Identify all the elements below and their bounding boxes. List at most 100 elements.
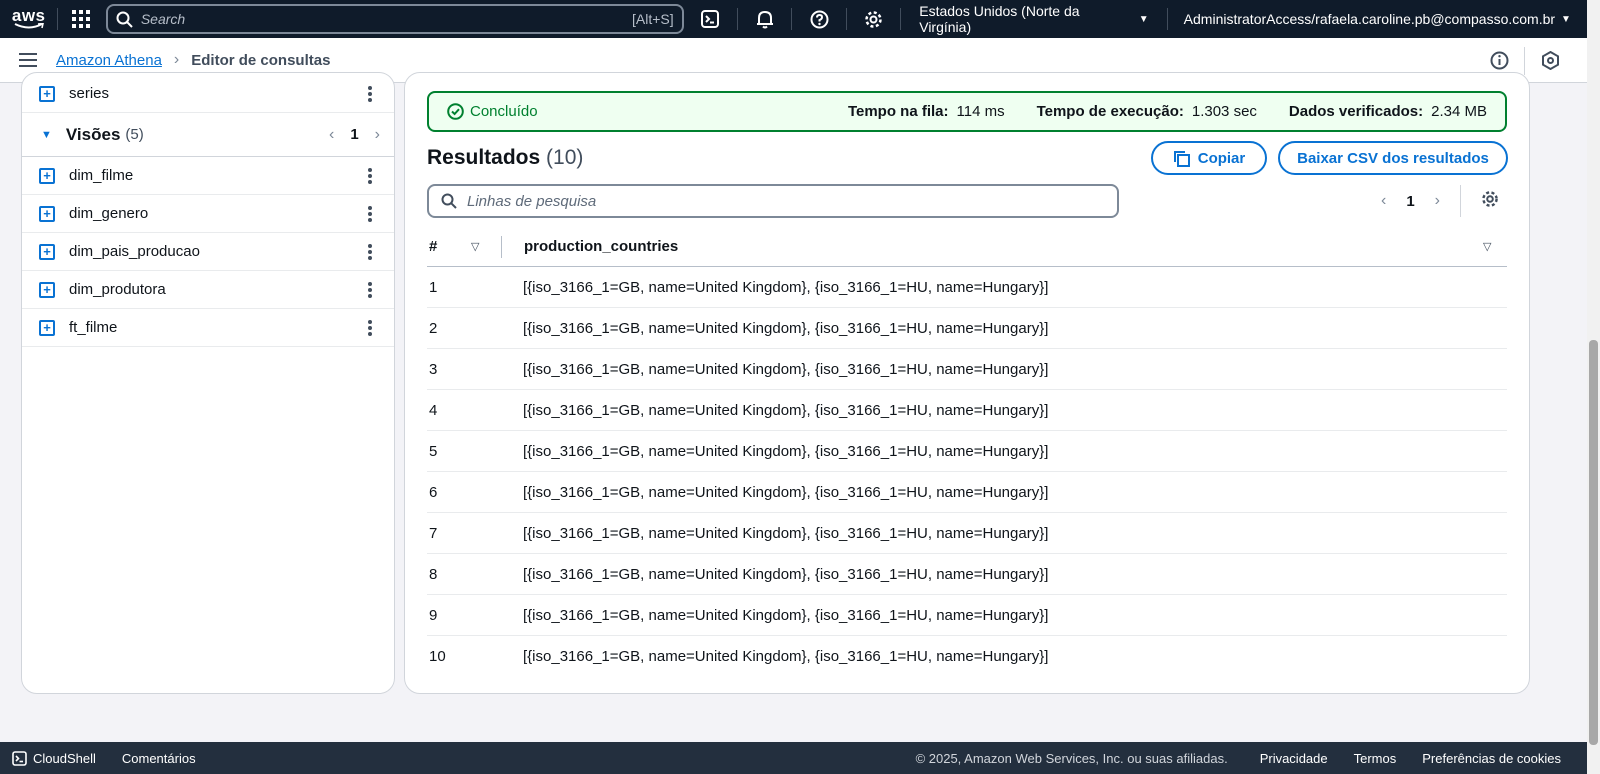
expand-icon[interactable]: + [39,85,55,102]
feedback-link[interactable]: Comentários [122,751,196,766]
views-section-title: Visões [65,124,121,144]
table-item-label: series [69,85,110,102]
help-button[interactable] [792,0,845,38]
account-menu[interactable]: AdministratorAccess/rafaela.caroline.pb@… [1168,0,1587,38]
table-item-series[interactable]: + series [22,75,394,113]
search-icon [441,193,457,209]
results-pagination: ‹ 1 › [1381,185,1499,217]
kebab-menu-button[interactable] [355,275,385,305]
hexagon-icon [1541,51,1559,70]
kebab-menu-button[interactable] [355,199,385,229]
region-label: Estados Unidos (Norte da Virgínia) [919,3,1080,35]
expand-icon[interactable]: + [39,243,55,260]
table-row: 6 [{iso_3166_1=GB, name=United Kingdom}, … [427,472,1507,513]
chevron-left-icon[interactable]: ‹ [329,126,334,144]
download-csv-button[interactable]: Baixar CSV dos resultados [1278,141,1508,175]
caret-down-icon: ▼ [1561,13,1571,25]
expand-icon[interactable]: + [39,167,55,184]
kebab-menu-button[interactable] [355,79,385,109]
view-item[interactable]: + dim_filme [22,157,394,195]
table-settings-button[interactable] [1481,190,1499,213]
more-vertical-icon [368,205,372,222]
results-filter-input[interactable]: Linhas de pesquisa [427,184,1119,218]
query-metrics: Tempo na fila: 114 ms Tempo de execução: 1… [848,103,1487,120]
table-row: 3 [{iso_3166_1=GB, name=United Kingdom}, … [427,349,1507,390]
kebab-menu-button[interactable] [355,237,385,267]
results-page-number[interactable]: 1 [1406,193,1414,210]
help-icon [810,10,829,28]
expand-icon[interactable]: + [39,281,55,298]
kebab-menu-button[interactable] [355,161,385,191]
terms-link[interactable]: Termos [1354,751,1397,766]
sort-icon[interactable]: ▽ [471,240,501,253]
view-item[interactable]: + ft_filme [22,309,394,347]
services-menu-button[interactable] [58,0,104,38]
views-section-count: (5) [125,126,144,143]
view-item-label: dim_produtora [69,281,166,298]
table-header: # ▽ production_countries ▽ [427,227,1507,267]
copyright-text: © 2025, Amazon Web Services, Inc. ou sua… [915,750,1228,766]
breadcrumb-service-link[interactable]: Amazon Athena [56,52,162,69]
column-header-index: # [429,238,438,255]
top-navigation: aws Search [Alt+S] Estados Unidos (Norte… [0,0,1587,38]
expand-icon[interactable]: + [39,319,55,336]
column-header-production-countries[interactable]: production_countries [524,238,1483,255]
search-input[interactable]: Search [Alt+S] [105,4,684,34]
more-vertical-icon [368,319,372,336]
filter-placeholder: Linhas de pesquisa [467,192,597,210]
chevron-right-icon[interactable]: › [375,126,380,144]
notifications-button[interactable] [738,0,791,38]
info-icon [1490,51,1508,70]
views-pagination: ‹ 1 › [329,126,380,144]
page-scrollbar-thumb[interactable] [1589,340,1598,745]
table-row: 2 [{iso_3166_1=GB, name=United Kingdom}, … [427,308,1507,349]
data-scanned: Dados verificados: 2.34 MB [1288,103,1487,120]
privacy-link[interactable]: Privacidade [1260,751,1328,766]
table-row: 4 [{iso_3166_1=GB, name=United Kingdom}, … [427,390,1507,431]
cookie-preferences-link[interactable]: Preferências de cookies [1422,751,1561,766]
settings-button[interactable] [847,0,900,38]
gear-icon [1482,190,1498,207]
hamburger-icon [19,53,37,67]
tools-button[interactable] [1525,38,1575,83]
terminal-icon [701,10,720,28]
sort-icon[interactable]: ▽ [1483,240,1507,253]
more-vertical-icon [368,85,372,102]
aws-smile-icon [14,22,44,28]
kebab-menu-button[interactable] [355,313,385,343]
chevron-left-icon[interactable]: ‹ [1381,192,1386,210]
expand-icon[interactable]: + [39,205,55,222]
copy-button[interactable]: Copiar [1151,141,1267,175]
view-item-label: dim_pais_producao [69,243,200,260]
view-item-label: dim_filme [69,167,134,184]
divider [1460,185,1461,217]
region-selector[interactable]: Estados Unidos (Norte da Virgínia) ▼ [901,0,1166,38]
view-item[interactable]: + dim_genero [22,195,394,233]
views-page-number[interactable]: 1 [350,126,358,143]
aws-logo[interactable]: aws [0,0,57,38]
table-row: 7 [{iso_3166_1=GB, name=United Kingdom}, … [427,513,1507,554]
view-item-label: ft_filme [69,319,118,336]
view-item-label: dim_genero [69,205,149,222]
column-resizer[interactable] [501,235,502,258]
views-section-header[interactable]: ▼ Visões (5) ‹ 1 › [22,113,394,157]
results-panel: Concluído Tempo na fila: 114 ms Tempo de … [404,72,1530,694]
footer-links: © 2025, Amazon Web Services, Inc. ou sua… [916,751,1561,766]
search-placeholder: Search [140,11,186,27]
terminal-icon [12,750,27,766]
check-circle-icon [447,103,464,120]
view-item[interactable]: + dim_pais_producao [22,233,394,271]
caret-down-icon[interactable]: ▼ [41,129,52,141]
view-item[interactable]: + dim_produtora [22,271,394,309]
more-vertical-icon [368,243,372,260]
cloudshell-button[interactable] [684,0,737,38]
results-title: Resultados (10) [427,146,584,169]
account-label: AdministratorAccess/rafaela.caroline.pb@… [1183,11,1556,27]
status-text: Concluído [470,103,538,120]
chevron-right-icon[interactable]: › [1435,192,1440,210]
data-explorer-panel: + series ▼ Visões (5) ‹ 1 › + dim_filme … [21,72,395,694]
query-status-banner: Concluído Tempo na fila: 114 ms Tempo de … [427,91,1507,132]
cloudshell-footer-button[interactable]: CloudShell [12,751,96,766]
caret-down-icon: ▼ [1138,13,1149,25]
table-row: 9 [{iso_3166_1=GB, name=United Kingdom}, … [427,595,1507,636]
